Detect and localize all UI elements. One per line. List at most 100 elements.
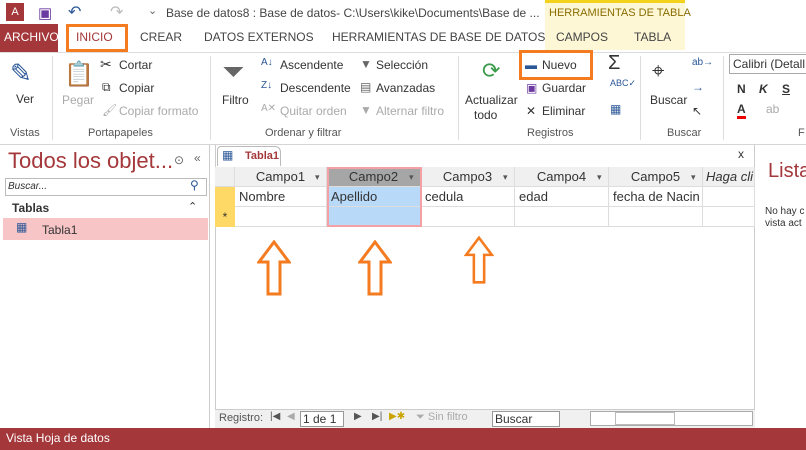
context-group-label: HERRAMIENTAS DE TABLA	[549, 7, 691, 19]
column-header[interactable]: Campo1	[235, 167, 327, 187]
customize-qat-icon[interactable]: ⌄	[148, 4, 157, 17]
buscar-button[interactable]: Buscar	[650, 93, 687, 107]
table-cell[interactable]: fecha de Nacin	[609, 187, 703, 207]
prev-record-button[interactable]: ◀	[287, 411, 295, 422]
tab-datos-externos[interactable]: DATOS EXTERNOS	[204, 30, 314, 44]
nav-title[interactable]: Todos los objet...	[8, 148, 173, 174]
underline-button[interactable]: S	[782, 82, 790, 96]
separator	[640, 56, 641, 140]
close-document-icon[interactable]: x	[738, 147, 744, 161]
collapse-nav-icon[interactable]: «	[194, 151, 201, 165]
new-record-button[interactable]: ▶✱	[389, 411, 405, 422]
cortar-button[interactable]: Cortar	[119, 58, 152, 72]
group-label-vistas: Vistas	[10, 127, 40, 139]
new-row-cell[interactable]	[515, 207, 609, 227]
alternar-filtro-button[interactable]: Alternar filtro	[376, 104, 444, 118]
selected-column-outline	[327, 167, 422, 227]
undo-icon[interactable]: ↶	[68, 2, 81, 22]
scrollbar-thumb[interactable]	[615, 412, 675, 425]
record-search-input[interactable]: Buscar	[492, 411, 560, 427]
ascendente-button[interactable]: Ascendente	[280, 58, 343, 72]
seleccion-button[interactable]: Selección	[376, 58, 428, 72]
italic-button[interactable]: K	[759, 82, 768, 96]
new-record-marker[interactable]: *	[215, 207, 235, 227]
nav-item-label: Tabla1	[42, 223, 78, 237]
column-header[interactable]: Campo3	[421, 167, 515, 187]
goto-icon[interactable]: →	[692, 80, 704, 94]
field-list-msg1: No hay c	[765, 206, 805, 217]
no-filter-label: Sin filtro	[427, 411, 468, 423]
copiar-button[interactable]: Copiar	[119, 81, 154, 95]
actualizar-todo-label[interactable]: todo	[474, 108, 497, 122]
up-arrow-annotation	[358, 240, 392, 296]
tab-archivo[interactable]: ARCHIVO	[4, 30, 59, 44]
table-cell[interactable]: cedula	[421, 187, 515, 207]
nav-item-tabla1[interactable]	[3, 218, 208, 240]
delete-icon: ✕	[526, 104, 537, 118]
filter-icon: ⏷	[222, 56, 245, 87]
first-record-button[interactable]: |◀	[270, 411, 280, 422]
table-cell[interactable]: Nombre	[235, 187, 327, 207]
descendente-button[interactable]: Descendente	[280, 81, 351, 95]
nav-menu-icon[interactable]: ⊙	[174, 153, 184, 167]
record-label: Registro:	[219, 412, 264, 424]
actualizar-button[interactable]: Actualizar	[465, 93, 518, 107]
spelling-icon[interactable]: ABC✓	[610, 78, 636, 89]
copy-icon: ⧉	[102, 80, 111, 94]
font-name-select[interactable]: Calibri (Detall	[729, 54, 806, 74]
separator	[210, 56, 211, 140]
select-all-button[interactable]	[215, 167, 235, 187]
collapse-section-icon[interactable]: ⌃	[188, 200, 197, 213]
filtro-button[interactable]: Filtro	[222, 93, 249, 107]
column-header[interactable]: Campo5	[609, 167, 703, 187]
up-arrow-annotation	[257, 240, 291, 296]
tab-tabla[interactable]: TABLA	[634, 30, 671, 44]
copiar-formato-button[interactable]: Copiar formato	[119, 104, 198, 118]
tab-herramientas-bd[interactable]: HERRAMIENTAS DE BASE DE DATOS	[332, 30, 545, 44]
new-row-cell[interactable]	[235, 207, 327, 227]
record-selector[interactable]	[215, 187, 235, 207]
toggle-filter-icon: ▼	[360, 103, 372, 117]
save-icon[interactable]: ▣	[38, 4, 52, 22]
totals-icon[interactable]: Σ	[608, 52, 620, 75]
table-cell[interactable]	[703, 187, 755, 207]
binoculars-icon: ⌖	[652, 58, 665, 83]
pegar-button[interactable]: Pegar	[62, 93, 94, 107]
nav-section-tablas[interactable]: Tablas	[12, 201, 49, 215]
separator	[723, 56, 724, 140]
separator	[52, 56, 53, 140]
quitar-orden-button[interactable]: Quitar orden	[280, 104, 347, 118]
column-header[interactable]: Campo4	[515, 167, 609, 187]
last-record-button[interactable]: ▶|	[372, 411, 382, 422]
next-record-button[interactable]: ▶	[354, 411, 362, 422]
new-row-cell[interactable]	[421, 207, 515, 227]
field-list-title: Lista	[768, 160, 806, 182]
window-title: Base de datos8 : Base de datos- C:\Users…	[166, 6, 540, 20]
group-label-ordenar: Ordenar y filtrar	[265, 127, 342, 139]
nav-search-input[interactable]: Buscar...	[5, 178, 207, 196]
bold-button[interactable]: N	[737, 82, 746, 96]
search-icon[interactable]: ⚲	[190, 178, 199, 192]
new-row-cell[interactable]	[703, 207, 755, 227]
column-header[interactable]: Haga cli	[703, 167, 755, 187]
eliminar-button[interactable]: Eliminar	[542, 104, 585, 118]
ver-button[interactable]: Ver	[16, 92, 34, 106]
guardar-button[interactable]: Guardar	[542, 81, 586, 95]
paste-icon: 📋	[64, 61, 94, 88]
current-record-input[interactable]: 1 de 1	[300, 411, 344, 427]
group-label-portapapeles: Portapapeles	[88, 127, 153, 139]
select-icon[interactable]: ↖	[692, 104, 702, 118]
no-filter-button[interactable]: ⏷ Sin filtro	[416, 411, 468, 424]
group-label-registros: Registros	[527, 127, 574, 139]
avanzadas-button[interactable]: Avanzadas	[376, 81, 435, 95]
highlight-color-button[interactable]: ab	[766, 102, 779, 116]
font-color-button[interactable]: A	[737, 102, 746, 119]
replace-icon[interactable]: ab→	[692, 57, 713, 68]
table-cell[interactable]: edad	[515, 187, 609, 207]
tab-campos[interactable]: CAMPOS	[556, 30, 608, 44]
more-icon[interactable]: ▦	[610, 102, 621, 116]
new-row-cell[interactable]	[609, 207, 703, 227]
status-bar: Vista Hoja de datos	[0, 428, 806, 450]
tab-crear[interactable]: CREAR	[140, 30, 182, 44]
redo-icon[interactable]: ↷	[110, 2, 123, 22]
